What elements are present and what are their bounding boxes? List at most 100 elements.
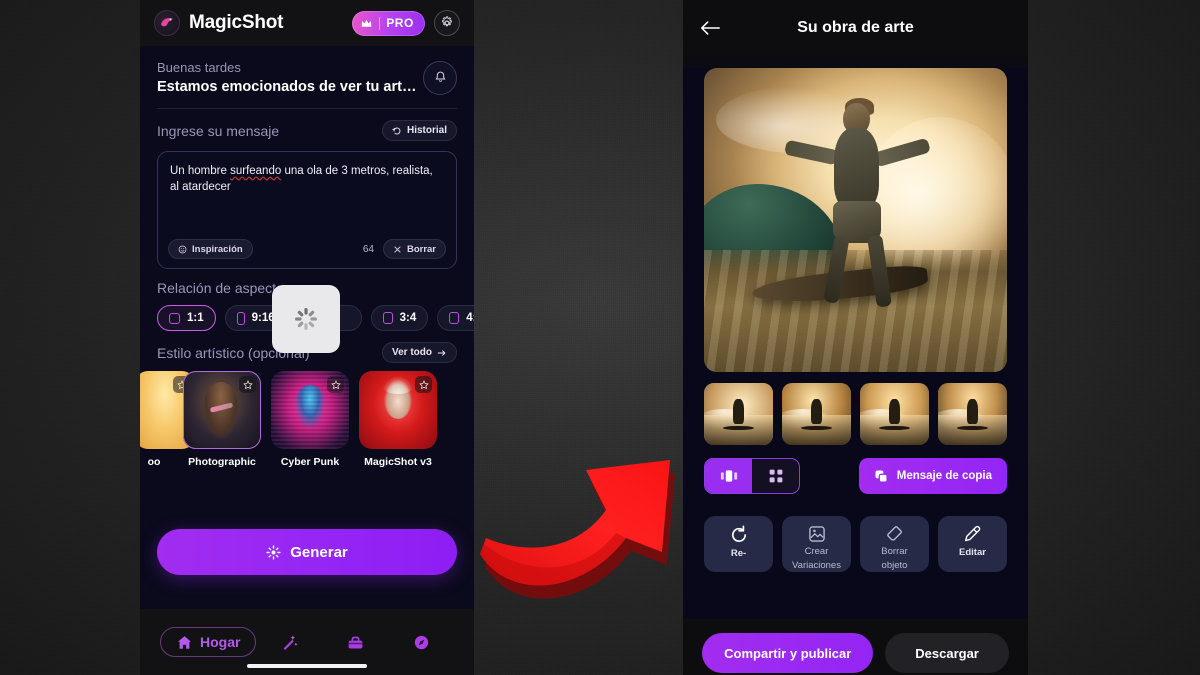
share-publish-button[interactable]: Compartir y publicar [702,633,874,673]
ratio-portrait-icon [236,311,245,325]
prompt-footer: Inspiración 64 Borrar [168,239,446,259]
greeting-subtitle: Buenas tardes [157,60,241,75]
aspect-ratio-4-x[interactable]: 4: [437,305,474,331]
artwork-thumbnail[interactable] [704,383,773,445]
style-card-list[interactable]: oo Photographic Cyber Punk MagicShot v3 [140,371,474,468]
greeting-row: Buenas tardes Estamos emocionados de ver… [157,46,457,95]
result-page-title: Su obra de arte [797,19,914,36]
carousel-view-icon[interactable] [705,459,752,493]
artwork-action-list: Re- Crear Variaciones Borrar objeto Edit… [704,516,1007,572]
style-card-label: Photographic [188,456,256,468]
arrow-right-icon [437,349,446,356]
aspect-ratio-1-1[interactable]: 1:1 [157,305,216,331]
generate-button[interactable]: Generar [157,529,457,575]
artwork-surfer [783,98,932,311]
action-create-variations[interactable]: Crear Variaciones [782,516,851,572]
pro-label: PRO [386,16,414,30]
spinner-icon [272,285,340,353]
result-footer: Compartir y publicar Descargar [683,619,1028,675]
prompt-text: Un hombre surfeando una ola de 3 metros,… [170,163,444,196]
star-icon[interactable] [239,376,256,393]
history-label: Historial [406,125,447,136]
artwork-thumbnail[interactable] [938,383,1007,445]
magicshot-logo-icon [154,10,180,36]
star-icon[interactable] [415,376,432,393]
nav-item-home[interactable]: Hogar [160,627,257,657]
action-label: Crear [804,546,829,557]
bell-icon[interactable] [423,60,457,95]
gear-icon[interactable] [434,10,460,36]
aspect-ratio-label: 3:4 [399,312,417,324]
eraser-icon [886,526,902,541]
history-button[interactable]: Historial [381,120,457,141]
copy-icon [875,470,888,483]
style-card-label: Cyber Punk [280,456,340,468]
inspiration-button[interactable]: Inspiración [168,239,253,259]
app-title: MagicShot [189,12,284,33]
crown-icon [361,19,372,27]
greeting-title: Estamos emocionados de ver tu arte… [157,79,423,95]
clear-prompt-button[interactable]: Borrar [382,239,446,259]
style-card-magicshot-v3[interactable]: MagicShot v3 [359,371,437,468]
history-icon [392,127,401,134]
result-main-content: Mensaje de copia Re- Crear Variaciones B… [683,68,1028,619]
home-indicator [247,664,367,668]
see-all-label: Ver todo [391,347,432,358]
generate-label: Generar [290,543,348,561]
grid-view-icon[interactable] [752,459,799,493]
ratio-portrait-icon [449,312,460,324]
pencil-icon [965,525,981,542]
action-label: Re- [730,548,747,559]
smiley-icon [178,245,187,253]
magic-wand-icon [283,634,298,650]
aspect-ratio-3-4[interactable]: 3:4 [370,305,429,331]
artwork-thumbnail[interactable] [860,383,929,445]
style-card-cyber-punk[interactable]: Cyber Punk [271,371,349,468]
action-edit[interactable]: Editar [938,516,1007,572]
style-thumbnail [271,371,349,449]
action-regenerate[interactable]: Re- [704,516,773,572]
nav-item-gallery[interactable] [322,633,388,652]
nav-label-home: Hogar [200,634,241,650]
char-count: 64 [362,243,374,255]
copy-prompt-label: Mensaje de copia [896,470,992,482]
pro-badge[interactable]: PRO [352,10,425,36]
aspect-section-title: Relación de aspecto [157,280,284,296]
action-label: Editar [959,547,986,558]
ratio-square-icon [169,312,180,324]
action-label-line2: objeto [881,559,908,571]
style-card-photographic[interactable]: Photographic [183,371,261,468]
star-icon[interactable] [327,376,344,393]
nav-item-magic[interactable] [256,633,322,652]
view-mode-toggle[interactable] [704,458,800,494]
ratio-portrait-icon [382,312,393,324]
compass-icon [414,635,428,649]
prompt-misspelled-word: surfeando [230,165,282,177]
aspect-ratio-label: 4: [466,312,474,324]
generated-artwork-image[interactable] [704,68,1007,372]
left-phone-screen: MagicShot PRO Buenas tardes Estamos emoc… [140,0,474,675]
style-card-partial[interactable]: oo [140,371,195,468]
image-variation-icon [808,526,825,542]
copy-prompt-button[interactable]: Mensaje de copia [858,458,1007,494]
section-divider [157,108,457,109]
prompt-section-title: Ingrese su mensaje [157,122,280,139]
action-erase-object[interactable]: Borrar objeto [860,516,929,572]
pro-divider [379,16,381,30]
view-controls-row: Mensaje de copia [704,458,1007,494]
artwork-thumbnail[interactable] [782,383,851,445]
aspect-ratio-label: 1:1 [187,312,204,324]
nav-item-explore[interactable] [388,633,454,652]
app-topbar: MagicShot PRO [140,0,474,46]
prompt-section-header: Ingrese su mensaje Historial [157,120,457,141]
briefcase-icon [348,636,363,648]
bottom-navigation: Hogar [140,609,474,675]
arrow-left-icon[interactable] [699,13,729,43]
action-label: Borrar [881,546,908,557]
see-all-styles-button[interactable]: Ver todo [381,342,457,363]
style-card-label: MagicShot v3 [364,456,432,468]
sparkle-icon [266,544,281,560]
download-button[interactable]: Descargar [883,631,1010,675]
home-icon [178,635,191,649]
prompt-input[interactable]: Un hombre surfeando una ola de 3 metros,… [157,151,457,269]
